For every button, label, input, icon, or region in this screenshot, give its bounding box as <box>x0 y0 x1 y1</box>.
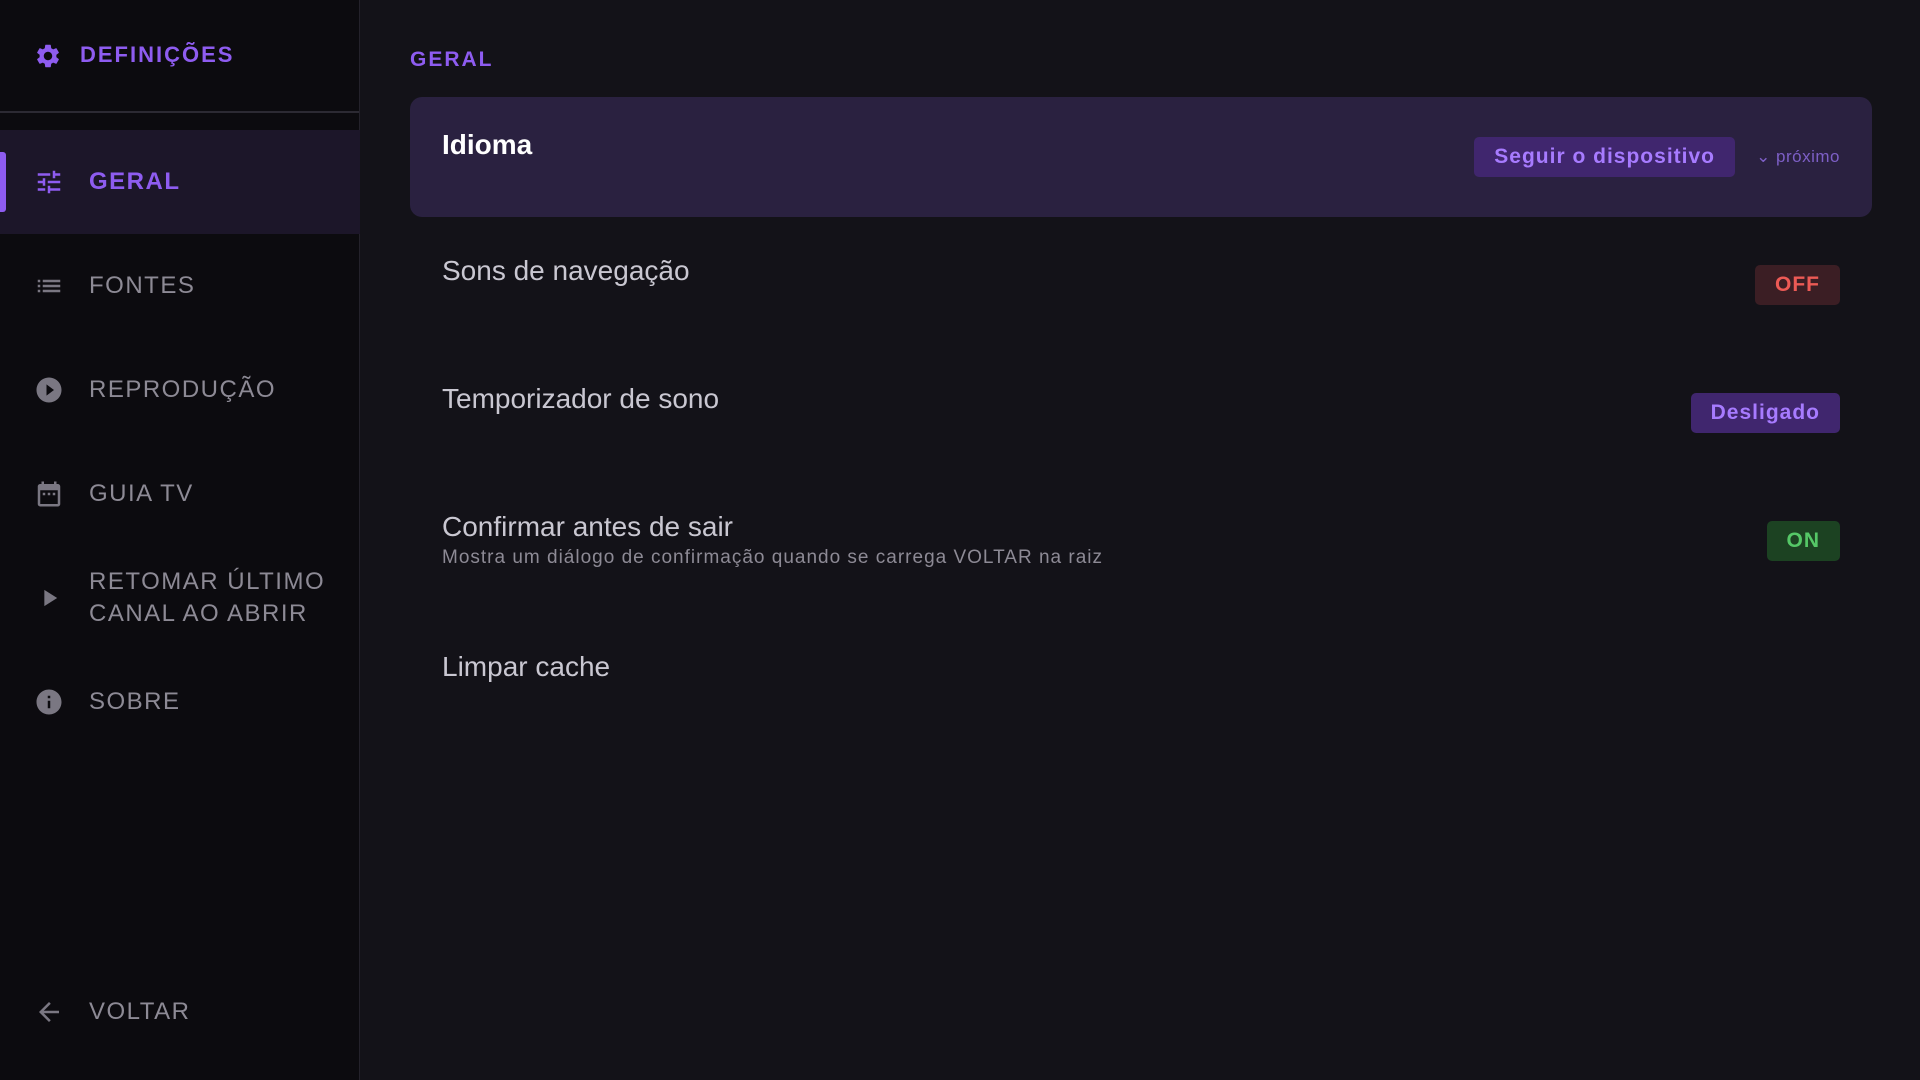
setting-description: Mostra um diálogo de confirmação quando … <box>442 547 1103 568</box>
back-button[interactable]: VOLTAR <box>0 960 360 1064</box>
setting-limpar-cache[interactable]: Limpar cache <box>410 621 1872 721</box>
sidebar-item-sobre[interactable]: SOBRE <box>0 650 360 754</box>
sidebar-item-geral[interactable]: GERAL <box>0 130 360 234</box>
sidebar-header: DEFINIÇÕES <box>0 0 359 113</box>
sidebar-item-guia-tv[interactable]: GUIA TV <box>0 442 360 546</box>
gear-icon <box>34 42 62 70</box>
section-title: GERAL <box>410 48 494 71</box>
back-label: VOLTAR <box>89 998 191 1025</box>
sidebar-item-label: GUIA TV <box>89 480 194 507</box>
next-hint: ⌄ próximo <box>1756 147 1840 166</box>
setting-sons-navegacao[interactable]: Sons de navegação OFF <box>410 225 1872 345</box>
setting-value-badge: Seguir o dispositivo <box>1474 137 1735 177</box>
sidebar-item-label: REPRODUÇÃO <box>89 376 277 403</box>
arrow-back-icon <box>34 997 64 1027</box>
setting-value-badge: Desligado <box>1690 393 1840 433</box>
sidebar: DEFINIÇÕES GERAL FONTES REPRODUÇÃO GUIA … <box>0 0 360 1080</box>
setting-name: Confirmar antes de sair <box>442 511 734 542</box>
sidebar-item-label: GERAL <box>89 168 181 195</box>
setting-name: Sons de navegação <box>442 255 690 286</box>
sidebar-item-label: SOBRE <box>89 688 181 715</box>
sidebar-item-label: RETOMAR ÚLTIMO CANAL AO ABRIR <box>89 568 326 627</box>
tune-icon <box>34 167 64 197</box>
sidebar-item-fontes[interactable]: FONTES <box>0 234 360 338</box>
setting-name: Limpar cache <box>442 651 611 682</box>
info-icon <box>34 687 64 717</box>
setting-idioma[interactable]: Idioma Seguir o dispositivo ⌄ próximo <box>410 97 1872 217</box>
setting-temporizador-sono[interactable]: Temporizador de sono Desligado <box>410 353 1872 473</box>
calendar-icon <box>34 479 64 509</box>
setting-value-badge: ON <box>1766 521 1840 561</box>
sidebar-item-label: FONTES <box>89 272 196 299</box>
list-icon <box>34 271 64 301</box>
settings-title: DEFINIÇÕES <box>80 41 235 67</box>
sidebar-nav: GERAL FONTES REPRODUÇÃO GUIA TV RETOMAR … <box>0 130 360 754</box>
play-arrow-icon <box>34 583 64 613</box>
sidebar-item-retomar[interactable]: RETOMAR ÚLTIMO CANAL AO ABRIR <box>0 546 360 650</box>
setting-value-badge: OFF <box>1755 265 1840 305</box>
sidebar-item-reproducao[interactable]: REPRODUÇÃO <box>0 338 360 442</box>
setting-confirmar-sair[interactable]: Confirmar antes de sair Mostra um diálog… <box>410 481 1872 601</box>
setting-name: Temporizador de sono <box>442 383 720 414</box>
play-circle-icon <box>34 375 64 405</box>
